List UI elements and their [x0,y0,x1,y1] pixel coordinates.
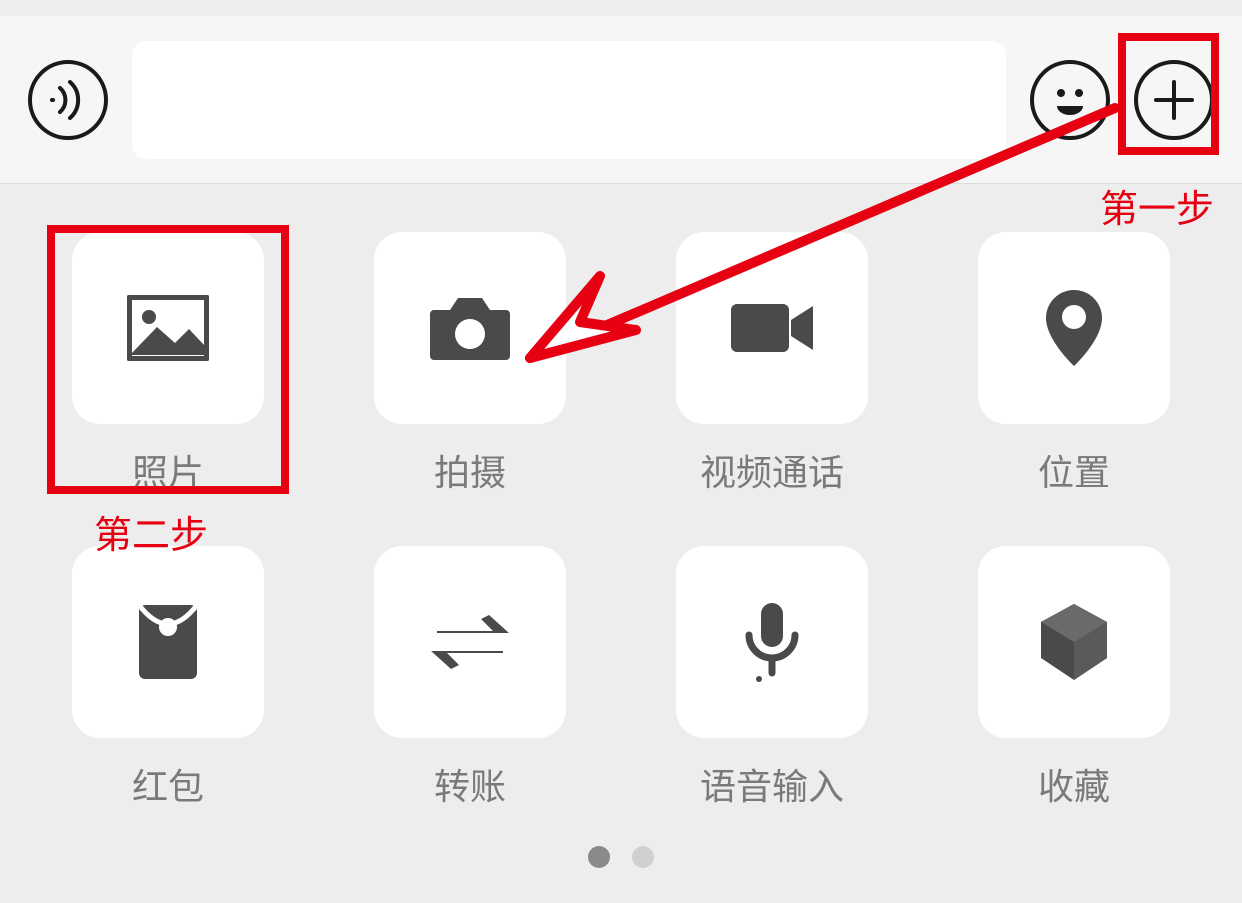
attachment-item-favorites[interactable]: 收藏 [978,546,1170,810]
voice-input-icon [743,601,801,683]
plus-icon [1150,76,1198,124]
favorites-icon [1037,602,1111,682]
transfer-icon [431,615,509,669]
page-dot[interactable] [632,846,654,868]
pagination-dots [0,846,1242,868]
voice-button[interactable] [28,60,108,140]
camera-icon [428,294,512,362]
annotation-step2-label: 第二步 [94,504,208,559]
attachment-item-location[interactable]: 位置 [978,232,1170,496]
attachment-item-video-call[interactable]: 视频通话 [676,232,868,496]
emoji-button[interactable] [1030,60,1110,140]
plus-button[interactable] [1134,60,1214,140]
attachment-item-photo[interactable]: 照片 [72,232,264,496]
attachment-grid: 照片 拍摄 视频通话 [72,232,1170,810]
attachment-item-label: 位置 [1038,444,1110,496]
attachment-item-label: 红包 [132,758,204,810]
page-dot[interactable] [588,846,610,868]
photo-icon [127,295,209,361]
red-packet-icon [137,603,199,681]
attachment-item-camera[interactable]: 拍摄 [374,232,566,496]
attachment-item-label: 拍摄 [434,444,506,496]
attachment-item-transfer[interactable]: 转账 [374,546,566,810]
attachment-item-label: 收藏 [1038,758,1110,810]
attachment-item-label: 转账 [434,758,506,810]
video-call-icon [729,300,815,356]
location-icon [1044,288,1104,368]
status-bar [0,0,1242,16]
attachment-item-label: 语音输入 [700,758,844,810]
attachment-item-red-packet[interactable]: 红包 [72,546,264,810]
attachment-item-label: 照片 [132,444,204,496]
voice-icon [45,77,91,123]
message-input[interactable] [132,41,1006,159]
attachment-item-label: 视频通话 [700,444,844,496]
emoji-icon [1044,74,1096,126]
attachment-item-voice-input[interactable]: 语音输入 [676,546,868,810]
chat-input-bar [0,16,1242,184]
annotation-step1-label: 第一步 [1100,178,1214,233]
